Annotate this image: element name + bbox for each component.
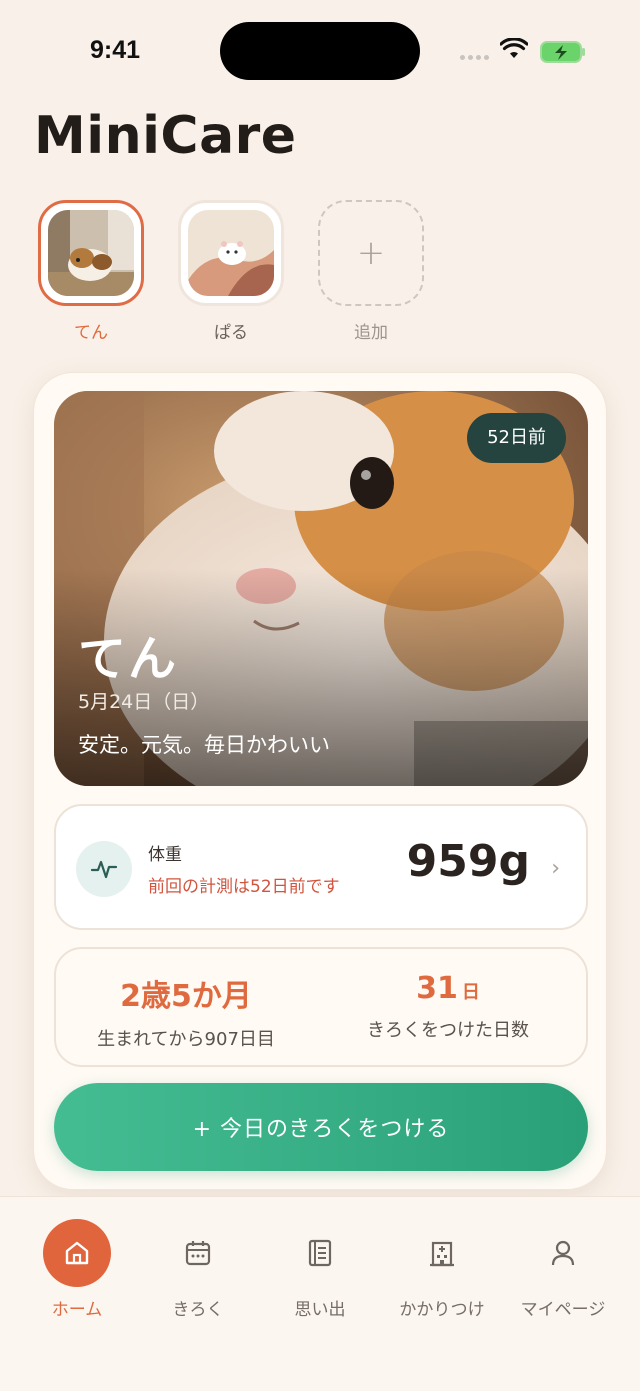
tab-label: ホーム bbox=[51, 1300, 103, 1320]
tab-memories[interactable]: 思い出 bbox=[258, 1219, 382, 1320]
hamster-photo bbox=[188, 210, 274, 296]
plus-icon: + bbox=[318, 200, 424, 306]
tab-home[interactable]: ホーム bbox=[15, 1219, 139, 1320]
pet-name: ぱる bbox=[214, 323, 248, 343]
tab-mypage[interactable]: マイページ bbox=[501, 1219, 625, 1320]
age-label: 生まれてから907日目 bbox=[97, 1029, 275, 1050]
weight-label: 体重 bbox=[148, 845, 182, 865]
weight-card[interactable]: 体重 前回の計測は52日前です 959g › bbox=[54, 804, 588, 930]
pet-item-paru[interactable]: ぱる bbox=[178, 200, 284, 343]
pet-item-ten[interactable]: てん bbox=[38, 200, 144, 343]
user-icon bbox=[529, 1219, 597, 1287]
hero-date: 5月24日（日） bbox=[78, 691, 210, 713]
age-value: 2歳5か月 bbox=[120, 979, 252, 1014]
tab-label: 思い出 bbox=[294, 1300, 346, 1320]
hospital-icon bbox=[408, 1219, 476, 1287]
weight-last-measured: 前回の計測は52日前です bbox=[148, 877, 340, 897]
status-time: 9:41 bbox=[90, 36, 141, 64]
pet-avatar bbox=[38, 200, 144, 306]
cellular-signal-icon bbox=[460, 55, 489, 60]
home-icon bbox=[43, 1219, 111, 1287]
tab-label: かかりつけ bbox=[399, 1300, 485, 1320]
record-days-value: 31 bbox=[416, 971, 458, 1006]
pet-name: てん bbox=[74, 323, 108, 343]
calendar-icon bbox=[164, 1219, 232, 1287]
tab-records[interactable]: きろく bbox=[136, 1219, 260, 1320]
pet-avatar bbox=[178, 200, 284, 306]
battery-icon bbox=[540, 41, 585, 63]
days-ago-badge: 52日前 bbox=[467, 413, 566, 463]
status-bar: 9:41 bbox=[0, 0, 640, 100]
add-pet-label: 追加 bbox=[354, 323, 388, 343]
chevron-right-icon: › bbox=[551, 856, 560, 881]
weight-value: 959g bbox=[406, 836, 530, 887]
stats-card: 2歳5か月 生まれてから907日目 31 日 きろくをつけた日数 bbox=[54, 947, 588, 1067]
record-days-label: きろくをつけた日数 bbox=[367, 1020, 529, 1041]
record-days-stat: 31 日 きろくをつけた日数 bbox=[318, 971, 578, 1042]
activity-icon bbox=[76, 841, 132, 897]
tab-label: マイページ bbox=[520, 1300, 606, 1320]
add-pet-button[interactable]: + 追加 bbox=[318, 200, 424, 343]
pet-summary-card: 52日前 てん 5月24日（日） 安定。元気。毎日かわいい 体重 前回の計測は5… bbox=[33, 372, 607, 1190]
wifi-icon bbox=[500, 38, 528, 58]
app-title: MiniCare bbox=[34, 106, 297, 166]
age-stat: 2歳5か月 生まれてから907日目 bbox=[56, 971, 316, 1051]
tab-label: きろく bbox=[172, 1300, 224, 1320]
tab-clinic[interactable]: かかりつけ bbox=[380, 1219, 504, 1320]
hero-pet-name: てん bbox=[78, 631, 179, 687]
add-record-button[interactable]: + 今日のきろくをつける bbox=[54, 1083, 588, 1171]
tab-bar: ホーム きろく 思い出 かかりつけ マイページ bbox=[0, 1196, 640, 1391]
hero-photo-card[interactable]: 52日前 てん 5月24日（日） 安定。元気。毎日かわいい bbox=[54, 391, 588, 786]
dynamic-island bbox=[220, 22, 420, 80]
guinea-pig-photo bbox=[48, 210, 134, 296]
hero-note: 安定。元気。毎日かわいい bbox=[78, 733, 330, 757]
album-icon bbox=[286, 1219, 354, 1287]
record-days-unit: 日 bbox=[461, 982, 480, 1003]
